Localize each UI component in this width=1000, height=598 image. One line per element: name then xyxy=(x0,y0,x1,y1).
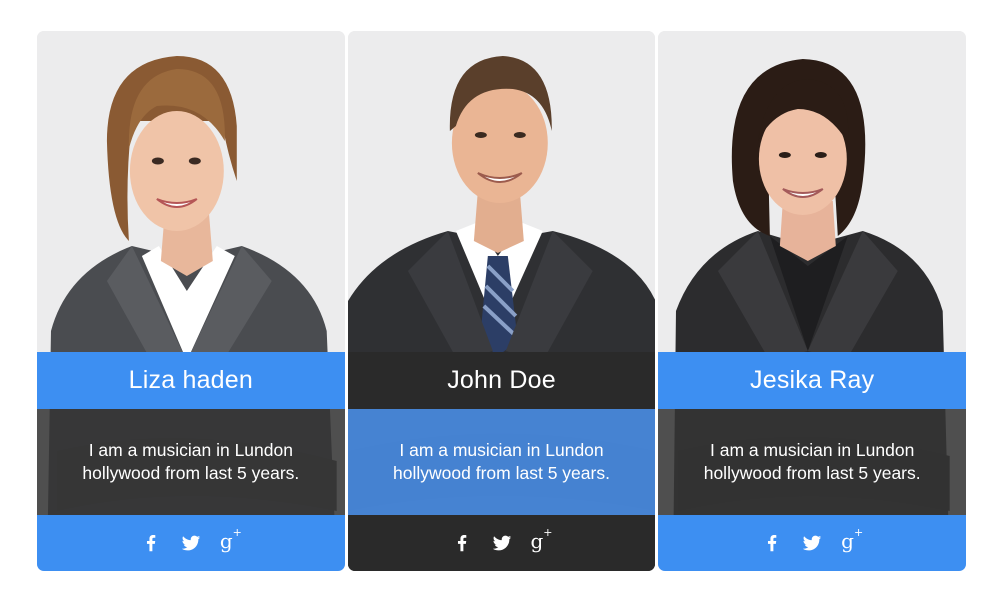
member-description: I am a musician in Lundon hollywood from… xyxy=(658,409,967,515)
gplus-plus: + xyxy=(543,526,553,540)
facebook-icon[interactable] xyxy=(760,531,784,555)
social-links: g+ xyxy=(37,515,345,571)
member-description: I am a musician in Lundon hollywood from… xyxy=(37,409,345,515)
team-card-john[interactable]: John Doe I am a musician in Lundon holly… xyxy=(347,31,656,571)
facebook-icon[interactable] xyxy=(139,531,163,555)
twitter-icon[interactable] xyxy=(490,531,514,555)
twitter-icon[interactable] xyxy=(179,531,203,555)
description-line-2: hollywood from last 5 years. xyxy=(393,463,610,483)
team-card-liza[interactable]: Liza haden I am a musician in Lundon hol… xyxy=(37,31,345,571)
member-name: John Doe xyxy=(347,352,656,409)
member-name: Liza haden xyxy=(37,352,345,409)
twitter-icon[interactable] xyxy=(800,531,824,555)
facebook-icon[interactable] xyxy=(450,531,474,555)
gplus-letter: g xyxy=(530,529,544,553)
team-card-jesika[interactable]: Jesika Ray I am a musician in Lundon hol… xyxy=(658,31,967,571)
description-line-2: hollywood from last 5 years. xyxy=(82,463,300,483)
gplus-letter: g xyxy=(841,529,854,553)
member-name: Jesika Ray xyxy=(658,352,967,409)
google-plus-icon[interactable]: g+ xyxy=(219,527,243,555)
gplus-plus: + xyxy=(232,526,242,540)
description-line-1: I am a musician in Lundon xyxy=(399,440,604,460)
gplus-plus: + xyxy=(853,526,864,540)
gplus-letter: g xyxy=(219,529,233,553)
social-links: g+ xyxy=(347,515,656,571)
team-cards: Liza haden I am a musician in Lundon hol… xyxy=(37,31,967,571)
google-plus-icon[interactable]: g+ xyxy=(840,527,864,555)
description-line-2: hollywood from last 5 years. xyxy=(703,463,921,483)
description-line-1: I am a musician in Lundon xyxy=(88,440,293,460)
member-description: I am a musician in Lundon hollywood from… xyxy=(347,409,656,515)
social-links: g+ xyxy=(658,515,967,571)
description-line-1: I am a musician in Lundon xyxy=(710,440,915,460)
google-plus-icon[interactable]: g+ xyxy=(530,527,554,555)
